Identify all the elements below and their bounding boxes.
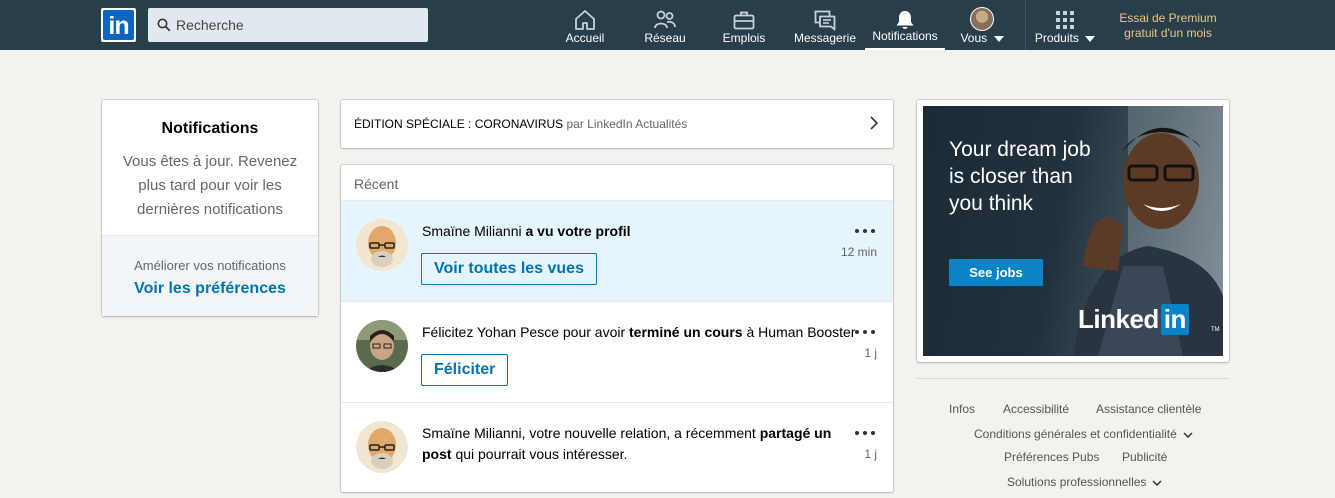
see-jobs-button[interactable]: See jobs: [949, 259, 1043, 286]
notification-item[interactable]: Smaïne Milianni, votre nouvelle relation…: [341, 403, 893, 492]
recent-header: Récent: [354, 176, 399, 192]
footer-link-advertising[interactable]: Publicité: [1122, 450, 1167, 464]
edition-text: ÉDITION SPÉCIALE : CORONAVIRUS par Linke…: [354, 117, 687, 131]
footer-link-terms[interactable]: Conditions générales et confidentialité: [974, 427, 1193, 441]
notification-text: Smaïne Milianni, votre nouvelle relation…: [422, 423, 842, 465]
footer-link-infos[interactable]: Infos: [949, 402, 975, 416]
search-input[interactable]: [176, 8, 424, 42]
nav-me[interactable]: Vous: [953, 0, 1011, 50]
nav-notifications-label: Notifications: [872, 29, 938, 43]
notification-text: Smaïne Milianni a vu votre profil: [422, 221, 852, 242]
grid-icon: [1056, 11, 1074, 29]
bald-man-avatar-icon: [356, 219, 408, 271]
nav-notifications[interactable]: Notifications: [865, 0, 945, 50]
ad-card: Your dream job is closer than you think …: [917, 100, 1229, 362]
footer-terms-label: Conditions générales et confidentialité: [974, 427, 1177, 441]
actor-name: Smaïne Milianni: [422, 223, 522, 239]
nav-products-label: Produits: [1031, 31, 1099, 45]
avatar: [356, 219, 408, 271]
notification-time: 12 min: [840, 245, 877, 259]
notification-pre-text: Félicitez Yohan Pesce pour avoir: [422, 324, 626, 340]
notification-post-text: qui pourrait vous intéresser.: [455, 446, 628, 462]
brand-linked: Linked: [1078, 304, 1159, 334]
profile-avatar: [970, 7, 994, 31]
notifications-summary-card: Notifications Vous êtes à jour. Revenez …: [102, 100, 318, 316]
notification-pre-text: Smaïne Milianni, votre nouvelle relation…: [422, 425, 756, 441]
bald-man-avatar-icon: [356, 421, 408, 473]
nav-messaging[interactable]: Messagerie: [792, 0, 858, 50]
more-options-button[interactable]: [855, 330, 875, 336]
premium-line-2: gratuit d'un mois: [1124, 26, 1212, 40]
footer-link-ad-preferences[interactable]: Préférences Pubs: [1004, 450, 1099, 464]
bell-icon: [896, 11, 914, 29]
card-footer: Améliorer vos notifications Voir les pré…: [102, 236, 318, 316]
caret-down-icon: [1085, 35, 1096, 42]
edition-title: ÉDITION SPÉCIALE : CORONAVIRUS: [354, 117, 564, 131]
notification-time: 1 j: [864, 346, 877, 360]
more-options-button[interactable]: [855, 229, 875, 235]
chevron-down-icon: [1183, 432, 1193, 438]
notification-post-text: à Human Booster: [746, 324, 856, 340]
view-preferences-link[interactable]: Voir les préférences: [102, 280, 318, 298]
notification-item[interactable]: Félicitez Yohan Pesce pour avoir terminé…: [341, 302, 893, 402]
nav-me-label: Vous: [953, 31, 1011, 45]
top-navigation-bar: in Accueil Réseau Emplois: [0, 0, 1335, 50]
network-icon: [654, 10, 676, 29]
nav-network[interactable]: Réseau: [635, 0, 695, 50]
nav-divider: [1025, 0, 1026, 50]
linkedin-wordmark: Linked in: [1078, 304, 1189, 335]
nav-jobs-label: Emplois: [722, 31, 766, 45]
chevron-right-icon: [870, 116, 879, 130]
linkedin-logo[interactable]: in: [101, 8, 136, 42]
nav-home-label: Accueil: [565, 31, 605, 45]
ad-headline: Your dream job is closer than you think: [949, 138, 1091, 215]
linkedin-jobs-ad[interactable]: Your dream job is closer than you think …: [923, 106, 1223, 356]
avatar: [356, 421, 408, 473]
card-title: Notifications: [161, 120, 259, 137]
profile-photo-icon: [356, 320, 408, 372]
avatar: [356, 320, 408, 372]
caret-down-icon: [993, 35, 1004, 42]
more-options-button[interactable]: [855, 431, 875, 437]
notification-time: 1 j: [864, 447, 877, 461]
notification-text: Félicitez Yohan Pesce pour avoir terminé…: [422, 322, 862, 343]
view-all-views-button[interactable]: Voir toutes les vues: [421, 253, 597, 285]
brand-in: in: [1160, 304, 1189, 335]
premium-trial-link[interactable]: Essai de Premium gratuit d'un mois: [1110, 11, 1226, 41]
improve-notifications-text: Améliorer vos notifications: [134, 258, 286, 273]
nav-messaging-label: Messagerie: [793, 31, 857, 45]
nav-products[interactable]: Produits: [1031, 0, 1099, 50]
notification-action: a vu votre profil: [525, 223, 631, 239]
briefcase-icon: [733, 11, 755, 30]
up-to-date-message: Vous êtes à jour. Revenez plus tard pour…: [122, 153, 298, 218]
notification-action: terminé un cours: [629, 324, 743, 340]
footer-solutions-label: Solutions professionnelles: [1007, 475, 1147, 489]
special-edition-banner[interactable]: ÉDITION SPÉCIALE : CORONAVIRUS par Linke…: [341, 100, 893, 148]
search-icon: [157, 18, 171, 32]
trademark-symbol: TM: [1211, 327, 1220, 333]
footer-divider: [917, 378, 1229, 379]
premium-line-1: Essai de Premium: [1119, 11, 1217, 25]
footer-link-accessibility[interactable]: Accessibilité: [1003, 402, 1069, 416]
messaging-icon: [814, 10, 836, 31]
search-box[interactable]: [148, 8, 428, 42]
nav-network-label: Réseau: [644, 31, 686, 45]
footer-link-support[interactable]: Assistance clientèle: [1096, 402, 1201, 416]
congratulate-button[interactable]: Féliciter: [421, 354, 509, 386]
nav-jobs[interactable]: Emplois: [714, 0, 774, 50]
home-icon: [575, 10, 595, 30]
edition-byline: par LinkedIn Actualités: [566, 117, 688, 131]
notifications-feed: Récent Smaïne Milianni a vu votre profil…: [341, 165, 893, 492]
notification-item[interactable]: Smaïne Milianni a vu votre profil 12 min…: [341, 201, 893, 301]
footer-link-business-solutions[interactable]: Solutions professionnelles: [1007, 475, 1162, 489]
nav-home[interactable]: Accueil: [555, 0, 615, 50]
linkedin-logo-mark: in: [103, 10, 134, 40]
chevron-down-icon: [1152, 480, 1162, 486]
